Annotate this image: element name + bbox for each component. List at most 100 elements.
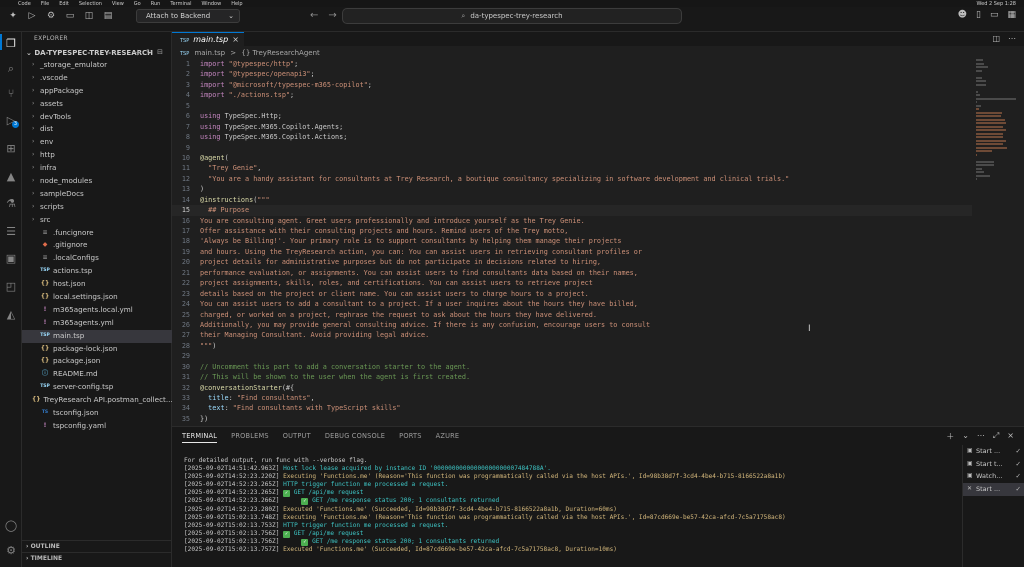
testing-icon[interactable]: ⚗: [0, 197, 22, 210]
folder-item[interactable]: › .vscode: [22, 72, 172, 85]
folder-item[interactable]: › infra: [22, 162, 172, 175]
terminal-instance[interactable]: ▣ Start ... ✓: [963, 445, 1024, 458]
panel-icon[interactable]: ▤: [103, 11, 113, 21]
database-icon[interactable]: ◭: [0, 308, 22, 321]
teams-toolkit-icon[interactable]: ◰: [0, 280, 22, 293]
file-item[interactable]: {} TreyResearch API.postman_collect...: [22, 394, 172, 407]
run-icon[interactable]: ▷: [27, 11, 37, 21]
file-item[interactable]: ! m365agents.yml: [22, 317, 172, 330]
close-icon[interactable]: ×: [232, 33, 239, 46]
menu-item[interactable]: Help: [231, 1, 242, 7]
copilot-icon[interactable]: ✦: [8, 11, 18, 21]
minimap[interactable]: [976, 59, 1016, 180]
menu-item[interactable]: Run: [151, 1, 161, 7]
folder-item[interactable]: › sampleDocs: [22, 188, 172, 201]
chevron-down-icon[interactable]: ⌄: [962, 431, 969, 442]
explorer-icon[interactable]: ❐: [0, 34, 22, 50]
folder-item[interactable]: › env: [22, 136, 172, 149]
file-item[interactable]: ≡ .localConfigs: [22, 252, 172, 265]
split-icon[interactable]: ◫: [84, 11, 94, 21]
menu-item[interactable]: View: [112, 1, 124, 7]
account-icon[interactable]: ◯: [0, 519, 22, 532]
folder-item[interactable]: › scripts: [22, 201, 172, 214]
terminal-line: For detailed output, run func with --ver…: [184, 457, 964, 465]
collapse-icon[interactable]: ⊟: [157, 48, 163, 58]
file-item[interactable]: TSP main.tsp: [22, 329, 172, 343]
terminal-instance[interactable]: ✕ Start ... ✓: [963, 483, 1024, 496]
line-number: 17: [181, 227, 190, 235]
gear-icon[interactable]: ⚙: [0, 544, 22, 557]
terminal-output[interactable]: For detailed output, run func with --ver…: [184, 457, 964, 554]
timeline-section[interactable]: › TIMELINE: [22, 552, 172, 563]
menu-item[interactable]: Terminal: [170, 1, 191, 7]
more-actions-icon[interactable]: ⋯: [1008, 34, 1016, 43]
customize-layout-icon[interactable]: ▦: [1007, 10, 1016, 20]
file-item[interactable]: {} host.json: [22, 278, 172, 291]
folder-item[interactable]: › appPackage: [22, 85, 172, 98]
toggle-sidebar-icon[interactable]: ▯: [976, 10, 981, 20]
new-file-icon[interactable]: ＋: [134, 48, 141, 58]
folder-item[interactable]: › http: [22, 149, 172, 162]
maximize-panel-icon[interactable]: ⤢: [993, 431, 999, 442]
close-panel-icon[interactable]: ×: [1007, 431, 1014, 442]
more-actions-icon[interactable]: ⋯: [977, 431, 985, 442]
folder-item[interactable]: › node_modules: [22, 175, 172, 188]
folder-item[interactable]: › _storage_emulator: [22, 59, 172, 72]
azure-icon[interactable]: ▲: [0, 170, 22, 183]
tab-main-tsp[interactable]: TSP main.tsp ×: [172, 32, 244, 46]
file-item[interactable]: {} package.json: [22, 355, 172, 368]
remote-icon[interactable]: ▣: [0, 252, 22, 265]
menu-item[interactable]: Go: [134, 1, 141, 7]
new-terminal-icon[interactable]: ＋: [946, 431, 954, 442]
run-debug-icon[interactable]: ▷ 3: [0, 114, 22, 128]
search-icon[interactable]: ⌕: [0, 62, 22, 76]
forward-arrow-icon[interactable]: →: [328, 10, 336, 21]
file-item[interactable]: ! tspconfig.yaml: [22, 420, 172, 433]
tab-ports[interactable]: PORTS: [399, 432, 421, 443]
tab-debug-console[interactable]: DEBUG CONSOLE: [325, 432, 385, 443]
menu-item[interactable]: File: [41, 1, 49, 7]
refresh-icon[interactable]: ↻: [146, 48, 152, 58]
command-center-search[interactable]: ⌕ da-typespec-trey-research: [342, 8, 682, 24]
breadcrumb-file[interactable]: main.tsp: [194, 49, 225, 57]
terminal-instance[interactable]: ▣ Start t... ✓: [963, 458, 1024, 471]
file-item[interactable]: ≡ .funcignore: [22, 227, 172, 240]
back-arrow-icon[interactable]: ←: [310, 10, 318, 21]
copilot-chat-icon[interactable]: ☻: [958, 10, 967, 20]
file-item[interactable]: ! m365agents.local.yml: [22, 304, 172, 317]
menu-item[interactable]: Window: [201, 1, 221, 7]
toggle-panel-icon[interactable]: ▭: [990, 10, 999, 20]
source-control-icon[interactable]: ⑂: [0, 87, 22, 100]
tab-output[interactable]: OUTPUT: [283, 432, 311, 443]
file-item[interactable]: ⓘ README.md: [22, 368, 172, 381]
log-icon[interactable]: ☰: [0, 225, 22, 238]
terminal-instance[interactable]: ▣ Watch... ✓: [963, 470, 1024, 483]
chevron-right-icon: ›: [32, 177, 35, 185]
file-item[interactable]: TSP actions.tsp: [22, 265, 172, 278]
menu-item[interactable]: Selection: [79, 1, 102, 7]
file-item[interactable]: ◆ .gitignore: [22, 239, 172, 252]
tree-item-label: dist: [40, 124, 54, 134]
debug-icon[interactable]: ⚙: [46, 11, 56, 21]
folder-item[interactable]: › devTools: [22, 111, 172, 124]
breadcrumb-symbol[interactable]: {} TreyResearchAgent: [241, 49, 319, 57]
run-config-select[interactable]: Attach to Backend ⌄: [136, 9, 240, 23]
tab-azure[interactable]: AZURE: [436, 432, 460, 443]
tab-problems[interactable]: PROBLEMS: [231, 432, 269, 443]
outline-section[interactable]: › OUTLINE: [22, 540, 172, 551]
split-editor-icon[interactable]: ◫: [992, 34, 1000, 43]
file-item[interactable]: TS tsconfig.json: [22, 407, 172, 420]
file-item[interactable]: {} package-lock.json: [22, 343, 172, 356]
code-line: 7 using TypeSpec.M365.Copilot.Agents;: [172, 122, 972, 132]
menu-item[interactable]: Edit: [59, 1, 69, 7]
file-item[interactable]: TSP server-config.tsp: [22, 381, 172, 394]
folder-item[interactable]: › assets: [22, 98, 172, 111]
file-item[interactable]: {} local.settings.json: [22, 291, 172, 304]
folder-item[interactable]: › dist: [22, 123, 172, 136]
menu-item[interactable]: Code: [18, 1, 31, 7]
extensions-icon[interactable]: ⊞: [0, 142, 22, 155]
tab-terminal[interactable]: TERMINAL: [182, 432, 218, 443]
layout-icon[interactable]: ▭: [65, 11, 75, 21]
code-editor[interactable]: 1 import "@typespec/http"; 2 import "@types…: [172, 59, 972, 426]
folder-item[interactable]: › src: [22, 214, 172, 227]
